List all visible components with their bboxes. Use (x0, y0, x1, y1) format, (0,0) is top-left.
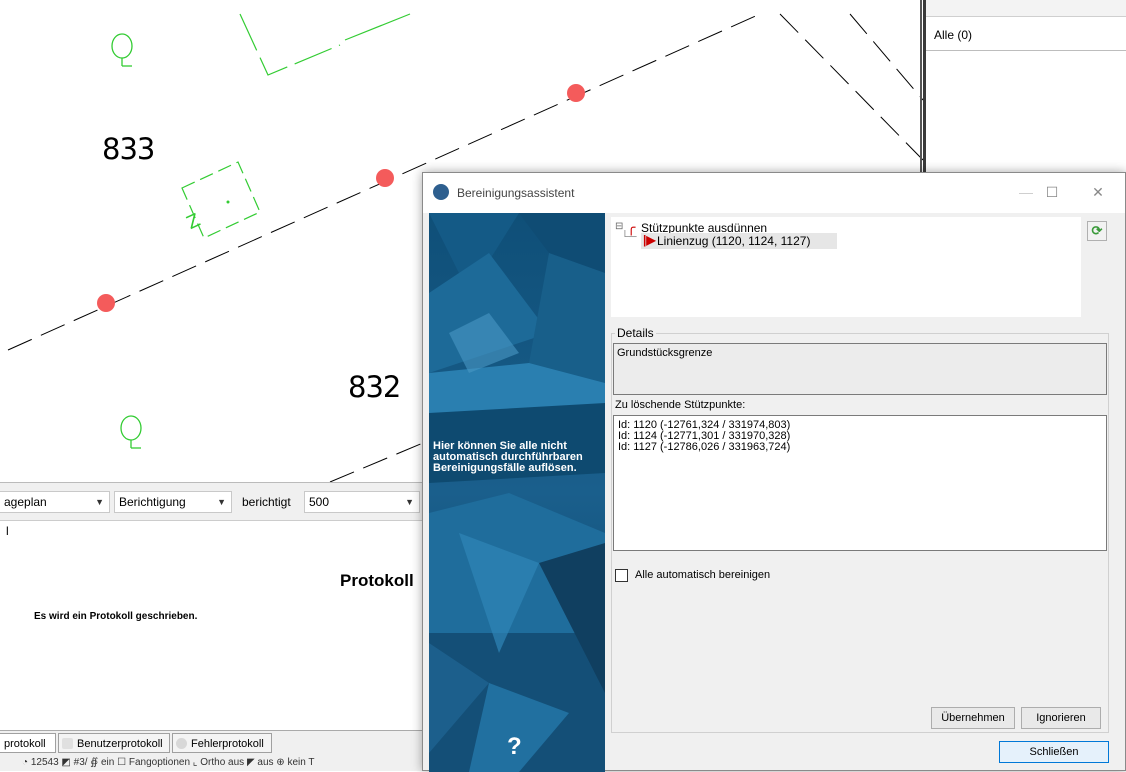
list-item: Id: 1127 (-12786,026 / 331963,724) (618, 441, 791, 453)
filter-label[interactable]: Alle (0) (934, 28, 972, 42)
user-log-icon (62, 738, 73, 749)
tree-symbol-1 (111, 33, 133, 67)
refresh-button[interactable]: ⟳ (1087, 221, 1107, 241)
cleanup-wizard-dialog: Bereinigungsassistent — ☐ ✕ Hier können … (422, 172, 1126, 772)
toolbar-row2: l (0, 520, 430, 544)
berichtigt-label: berichtigt (242, 495, 291, 509)
wizard-side-image: Hier können Sie alle nicht automatisch d… (429, 213, 605, 772)
tab-label: protokoll (4, 738, 46, 750)
parcel-number: 833 (102, 132, 155, 166)
cleanup-tree[interactable]: ⊟ ╭ Stützpunkte ausdünnen └─ |▶ Linienzu… (611, 217, 1081, 317)
status-bar: ◔ 12543 ◩ #3/ ∯ ein ☐ Fangoptionen ⌞ Ort… (0, 754, 430, 771)
panel-header (926, 0, 1126, 17)
points-list[interactable]: Id: 1120 (-12761,324 / 331974,803) Id: 1… (613, 415, 1107, 551)
building-point (226, 200, 230, 204)
tab-fehlerprotokoll[interactable]: Fehlerprotokoll (172, 733, 272, 753)
status-select-value: Berichtigung (119, 495, 186, 509)
auto-cleanup-checkbox[interactable] (615, 569, 628, 582)
tree-symbol-2 (120, 415, 142, 449)
close-button[interactable]: Schließen (999, 741, 1109, 763)
chevron-down-icon: ▼ (217, 497, 226, 507)
ignore-button[interactable]: Ignorieren (1021, 707, 1101, 729)
vertex-marker[interactable] (376, 169, 394, 187)
building-outline-top2 (344, 13, 411, 41)
auto-cleanup-label[interactable]: Alle automatisch bereinigen (635, 569, 770, 581)
parcel-number: 832 (348, 370, 401, 404)
row2-text: l (6, 524, 9, 538)
dialog-titlebar[interactable]: Bereinigungsassistent — ☐ ✕ (423, 173, 1125, 213)
vertex-marker[interactable] (97, 294, 115, 312)
scale-select[interactable]: 500 ▼ (304, 491, 420, 513)
boundary-line-lower (329, 439, 431, 482)
dialog-title: Bereinigungsassistent (457, 186, 575, 200)
view-toolbar: ageplan ▼ Berichtigung ▼ berichtigt 500 … (0, 482, 430, 521)
details-label: Details (615, 326, 656, 340)
plan-select-value: ageplan (4, 495, 47, 509)
scale-select-value: 500 (309, 495, 330, 509)
plan-select[interactable]: ageplan ▼ (0, 491, 110, 513)
tree-child-item[interactable]: |▶ Linienzug (1120, 1124, 1127) (641, 233, 837, 249)
protocol-title: Protokoll (340, 571, 414, 590)
app-icon (433, 184, 449, 200)
wizard-description: Hier können Sie alle nicht automatisch d… (433, 440, 583, 474)
divider (926, 50, 1126, 51)
protocol-message: Es wird ein Protokoll geschrieben. (34, 611, 198, 622)
building-outline-top (239, 13, 341, 76)
status-text: ◔ 12543 ◩ #3/ ∯ ein ☐ Fangoptionen ⌞ Ort… (22, 757, 315, 768)
tab-protokoll[interactable]: protokoll (0, 733, 56, 753)
boundary-line-right2 (849, 13, 923, 101)
tree-child-label: Linienzug (1120, 1124, 1127) (657, 234, 811, 248)
vertex-marker[interactable] (567, 84, 585, 102)
status-select[interactable]: Berichtigung ▼ (114, 491, 232, 513)
side-image-art (429, 213, 605, 772)
tab-label: Benutzerprotokoll (77, 738, 163, 750)
points-label: Zu löschende Stützpunkte: (615, 399, 746, 411)
details-value: Grundstücksgrenze (613, 343, 1107, 395)
error-log-icon (176, 738, 187, 749)
maximize-icon[interactable]: ☐ (1037, 180, 1067, 204)
boundary-line-right1 (779, 13, 923, 161)
chevron-down-icon: ▼ (95, 497, 104, 507)
apply-button[interactable]: Übernehmen (931, 707, 1015, 729)
close-icon[interactable]: ✕ (1083, 180, 1113, 204)
help-icon[interactable]: ? (507, 733, 522, 761)
tab-label: Fehlerprotokoll (191, 738, 264, 750)
protocol-view: Protokoll Es wird ein Protokoll geschrie… (0, 543, 430, 730)
tab-benutzerprotokoll[interactable]: Benutzerprotokoll (58, 733, 170, 753)
chevron-down-icon: ▼ (405, 497, 414, 507)
protocol-tabs: protokoll Benutzerprotokoll Fehlerprotok… (0, 730, 430, 755)
linestring-icon: |▶ (643, 233, 656, 247)
tree-connector: └─ (621, 231, 637, 243)
